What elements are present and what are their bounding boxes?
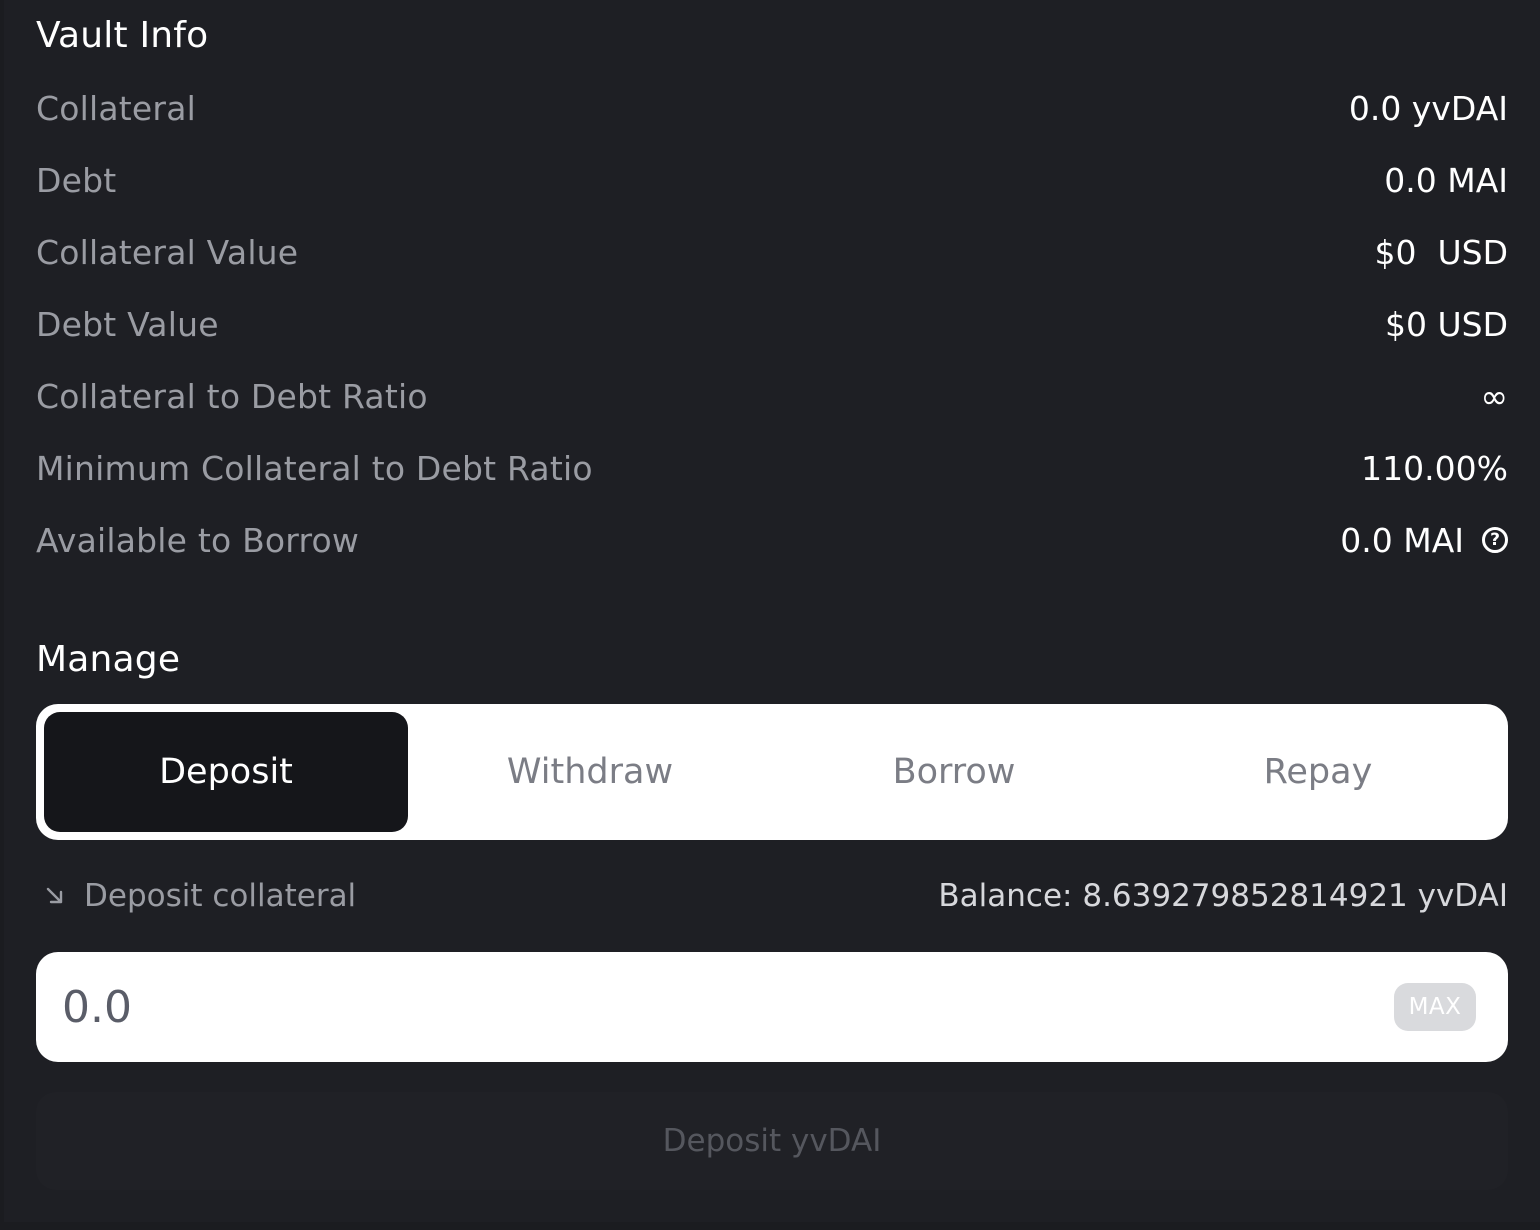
deposit-info-row: Deposit collateral Balance: 8.6392798528…: [36, 872, 1508, 920]
collateral-label: Collateral: [36, 88, 196, 128]
arrow-down-right-icon: [40, 881, 70, 911]
deposit-collateral-heading: Deposit collateral: [36, 878, 356, 914]
debt-value-row: Debt Value $0 USD: [36, 300, 1508, 348]
vault-info-title: Vault Info: [36, 15, 209, 56]
available-to-borrow-label: Available to Borrow: [36, 520, 360, 560]
debt-value-label: Debt Value: [36, 304, 219, 344]
collateral-value-row: Collateral Value $0 USD: [36, 228, 1508, 276]
tab-deposit[interactable]: Deposit: [44, 712, 408, 832]
collateral-value-amount: $0 USD: [1374, 232, 1508, 272]
debt-label: Debt: [36, 160, 117, 200]
min-ratio-value: 110.00%: [1361, 448, 1508, 488]
max-button[interactable]: MAX: [1394, 983, 1476, 1031]
min-ratio-row: Minimum Collateral to Debt Ratio 110.00%: [36, 444, 1508, 492]
tab-withdraw[interactable]: Withdraw: [408, 712, 772, 832]
min-ratio-label: Minimum Collateral to Debt Ratio: [36, 448, 593, 488]
vault-panel: Vault Info Collateral 0.0 yvDAI Debt 0.0…: [4, 0, 1540, 1222]
collateral-debt-ratio-label: Collateral to Debt Ratio: [36, 376, 428, 416]
available-to-borrow-value-wrap: 0.0 MAI ?: [1340, 521, 1508, 560]
collateral-row: Collateral 0.0 yvDAI: [36, 84, 1508, 132]
debt-value: 0.0 MAI: [1384, 160, 1508, 200]
collateral-value-label: Collateral Value: [36, 232, 299, 272]
balance-text: Balance: 8.639279852814921 yvDAI: [938, 878, 1508, 914]
amount-field-wrapper: MAX: [36, 952, 1508, 1062]
tab-borrow[interactable]: Borrow: [772, 712, 1136, 832]
available-to-borrow-row: Available to Borrow 0.0 MAI ?: [36, 516, 1508, 564]
deposit-collateral-label: Deposit collateral: [84, 878, 357, 914]
collateral-value: 0.0 yvDAI: [1348, 88, 1508, 128]
debt-row: Debt 0.0 MAI: [36, 156, 1508, 204]
debt-value-amount: $0 USD: [1385, 304, 1508, 344]
amount-input[interactable]: [60, 980, 1264, 1034]
deposit-submit-button[interactable]: Deposit yvDAI: [36, 1092, 1508, 1190]
help-icon[interactable]: ?: [1482, 527, 1508, 553]
manage-tabs: Deposit Withdraw Borrow Repay: [36, 704, 1508, 840]
collateral-debt-ratio-value: ∞: [1480, 376, 1509, 416]
tab-repay[interactable]: Repay: [1136, 712, 1500, 832]
manage-title: Manage: [36, 639, 181, 680]
collateral-debt-ratio-row: Collateral to Debt Ratio ∞: [36, 372, 1508, 420]
available-to-borrow-value: 0.0 MAI: [1340, 520, 1464, 560]
